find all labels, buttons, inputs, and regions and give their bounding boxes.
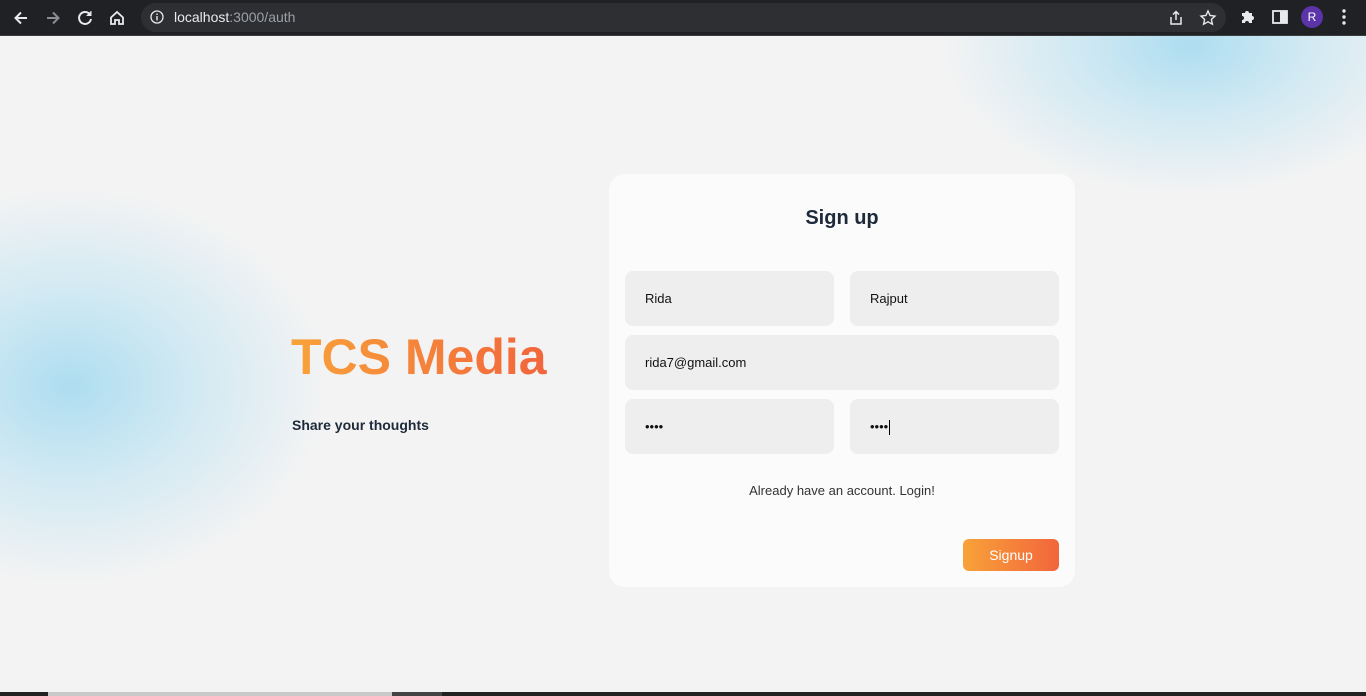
confirm-password-input[interactable]: ••••	[850, 399, 1059, 454]
password-value: ••••	[645, 419, 664, 434]
first-name-value: Rida	[645, 291, 672, 306]
forward-icon	[47, 11, 60, 25]
scrollbar-thumb[interactable]	[48, 692, 392, 696]
password-input[interactable]: ••••	[625, 399, 834, 454]
home-icon	[110, 10, 124, 25]
reload-button[interactable]	[72, 5, 98, 31]
url-host: localhost	[174, 9, 230, 25]
brand-tagline: Share your thoughts	[292, 417, 429, 433]
menu-icon[interactable]	[1334, 7, 1354, 27]
background-blob	[940, 36, 1366, 196]
background-blob	[0, 186, 330, 586]
email-value: rida7@gmail.com	[645, 355, 747, 370]
info-icon[interactable]	[150, 10, 164, 24]
back-icon	[14, 11, 27, 25]
side-panel-icon[interactable]	[1270, 7, 1290, 27]
email-input[interactable]: rida7@gmail.com	[625, 335, 1059, 390]
browser-toolbar: localhost:3000/auth R	[0, 0, 1366, 35]
signup-button[interactable]: Signup	[963, 539, 1059, 571]
profile-avatar[interactable]: R	[1301, 6, 1323, 28]
signup-card: Sign up Rida Rajput rida7@gmail.com ••••…	[609, 174, 1075, 587]
brand-title: TCS Media	[291, 329, 547, 385]
scrollbar-track-segment	[392, 692, 442, 696]
address-bar[interactable]: localhost:3000/auth	[141, 3, 1226, 32]
confirm-password-value: ••••	[870, 419, 889, 434]
text-caret	[889, 420, 891, 436]
last-name-value: Rajput	[870, 291, 908, 306]
back-button[interactable]	[8, 5, 34, 31]
forward-button[interactable]	[40, 5, 66, 31]
star-icon[interactable]	[1199, 9, 1217, 27]
share-icon[interactable]	[1167, 9, 1185, 27]
url-text: localhost:3000/auth	[174, 9, 295, 26]
auth-page: TCS Media Share your thoughts Sign up Ri…	[0, 36, 1366, 692]
reload-icon	[78, 10, 92, 25]
last-name-input[interactable]: Rajput	[850, 271, 1059, 326]
login-link[interactable]: Already have an account. Login!	[609, 483, 1075, 498]
extensions-icon[interactable]	[1238, 7, 1258, 27]
first-name-input[interactable]: Rida	[625, 271, 834, 326]
home-button[interactable]	[104, 5, 130, 31]
signup-title: Sign up	[805, 207, 879, 229]
url-path: :3000/auth	[229, 9, 296, 25]
